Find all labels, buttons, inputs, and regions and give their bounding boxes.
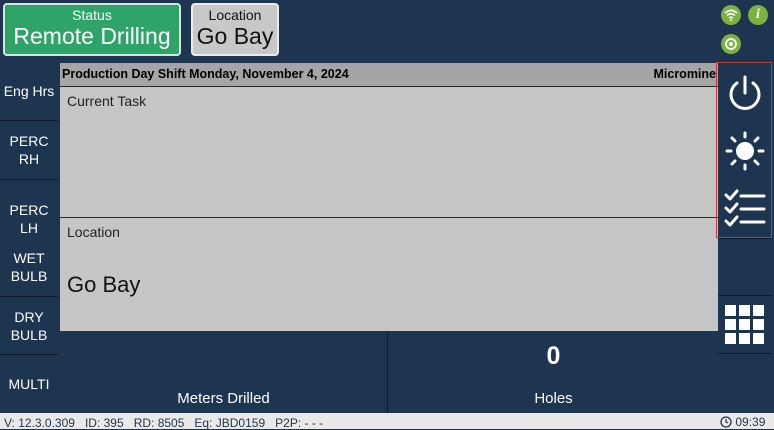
rail-blank-button[interactable] (718, 238, 772, 295)
p2p-text: P2P: - - - (275, 416, 324, 430)
status-value: Remote Drilling (13, 23, 171, 49)
sidebar-item-label: PERC RH (9, 133, 49, 167)
sidebar-item-label: MULTI (8, 376, 50, 392)
id-text: ID: 395 (84, 416, 124, 430)
meters-drilled-label: Meters Drilled (177, 390, 270, 407)
holes-box[interactable]: 0 Holes (389, 332, 718, 413)
status-button[interactable]: Status Remote Drilling (3, 3, 181, 56)
clock-icon (720, 416, 732, 428)
location-button[interactable]: Location Go Bay (191, 3, 279, 56)
current-task-caption: Current Task (67, 93, 147, 109)
info-icon[interactable]: i (748, 5, 768, 25)
sidebar-item-perc-rh[interactable]: PERC RH (0, 121, 58, 180)
location-panel-value: Go Bay (67, 272, 141, 297)
version-text: V: 12.3.0.309 (4, 416, 75, 430)
equipment-text: Eq: JBD0159 (194, 416, 266, 430)
meters-drilled-box[interactable]: Meters Drilled (60, 332, 388, 413)
current-task-panel[interactable]: Current Task (60, 86, 718, 217)
holes-label: Holes (534, 390, 573, 407)
location-value: Go Bay (196, 23, 274, 49)
sidebar-item-label: WET BULB (10, 250, 48, 284)
sidebar-item-eng-hrs[interactable]: Eng Hrs (0, 62, 58, 121)
location-caption: Location (208, 7, 262, 23)
sidebar-item-dry-bulb[interactable]: DRY BULB (0, 297, 58, 355)
grid-icon (725, 304, 764, 344)
shift-title: Production Day Shift Monday, November 4,… (62, 67, 349, 81)
shift-header: Production Day Shift Monday, November 4,… (60, 63, 718, 86)
status-footer: V: 12.3.0.309 ID: 395 RD: 8505 Eq: JBD01… (0, 413, 774, 430)
clock-time: 09:39 (735, 415, 766, 429)
rd-text: RD: 8505 (133, 416, 185, 430)
sidebar-item-label: PERC LH (9, 202, 49, 236)
brand-label: Micromine (653, 67, 716, 81)
sidebar-item-label: DRY BULB (10, 308, 48, 343)
holes-value: 0 (546, 342, 561, 370)
rail-selection-outline (716, 62, 772, 238)
sidebar-item-label: Eng Hrs (3, 83, 55, 99)
status-caption: Status (72, 7, 112, 23)
sidebar-item-wet-bulb[interactable]: WET BULB (0, 238, 58, 297)
sidebar-item-multi[interactable]: MULTI (0, 355, 58, 413)
sidebar: Eng Hrs PERC RH PERC LH WET BULB DRY BUL… (0, 62, 58, 413)
location-panel[interactable]: Location Go Bay (60, 217, 718, 331)
gps-target-icon[interactable] (721, 34, 741, 54)
menu-grid-button[interactable] (718, 295, 772, 353)
location-panel-caption: Location (67, 224, 120, 240)
wifi-icon[interactable] (721, 5, 741, 25)
rail-bottom-blank (718, 353, 772, 414)
